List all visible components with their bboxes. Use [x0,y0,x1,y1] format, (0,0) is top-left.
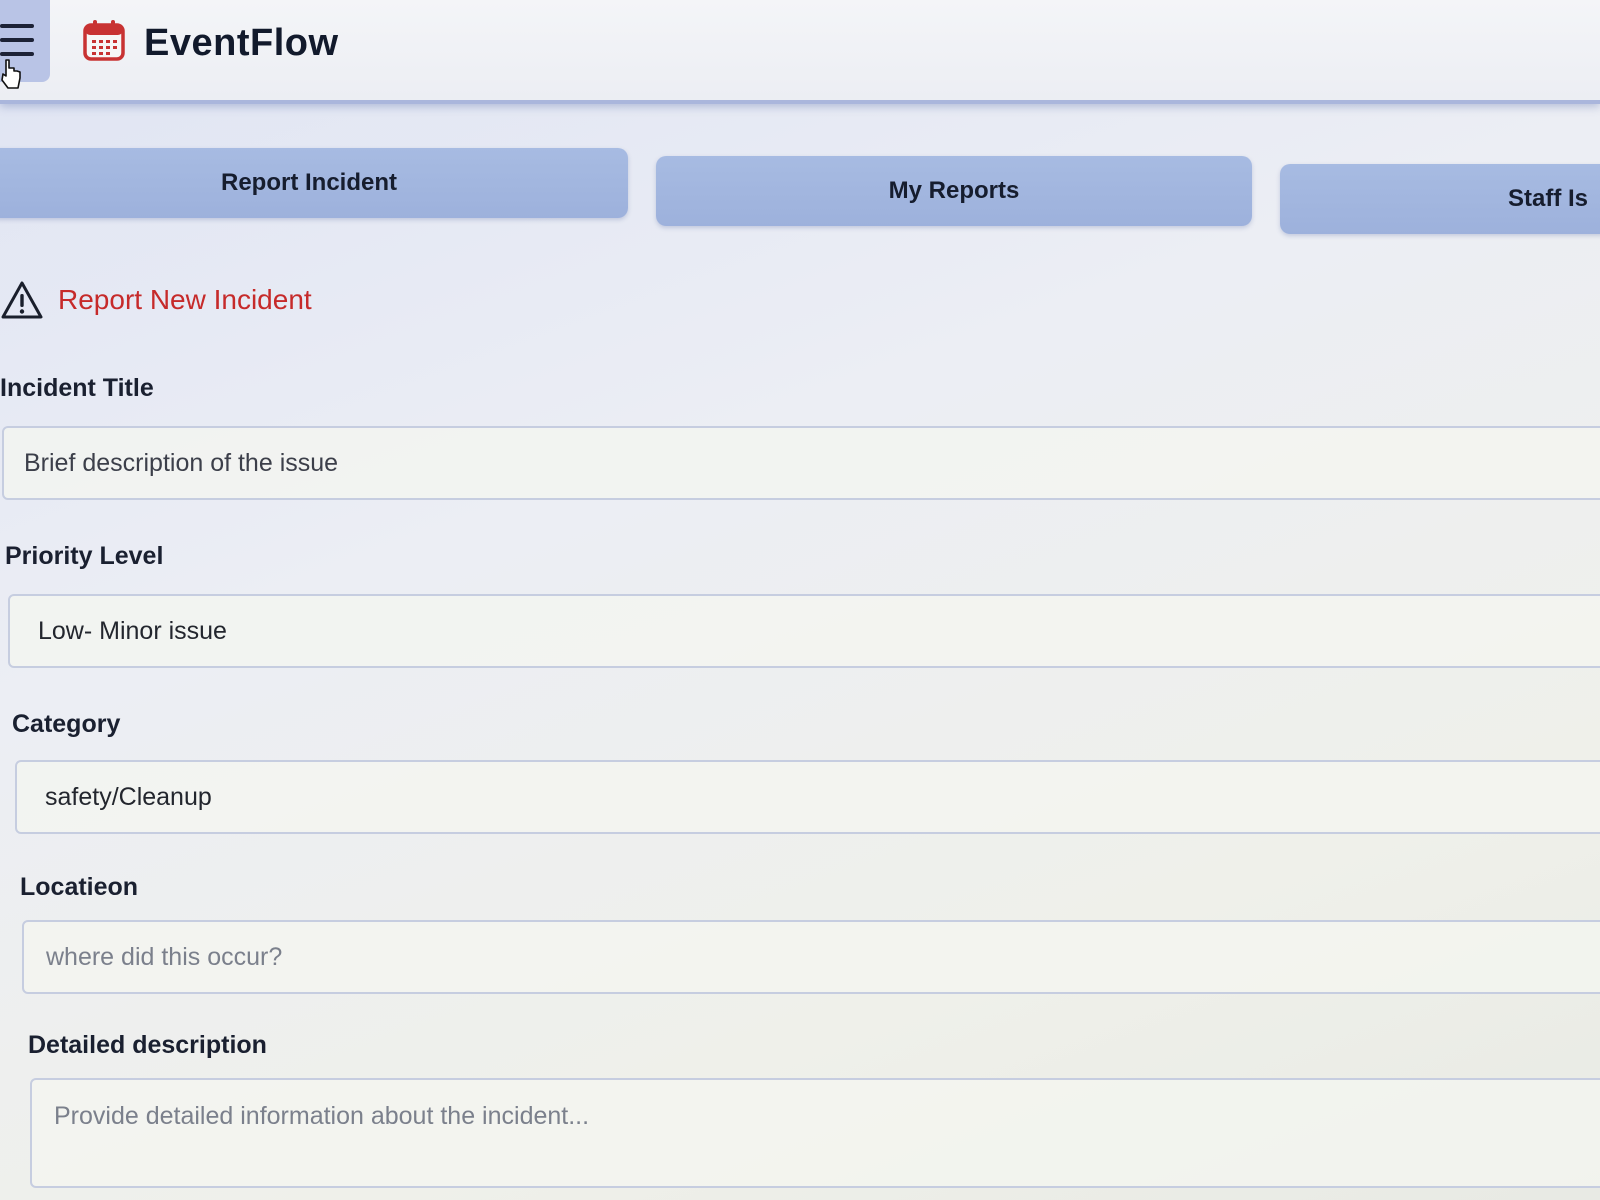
category-value: safety/Cleanup [45,782,212,811]
app-page: EventFlow Report Incident My Reports Sta… [0,0,1600,1200]
description-placeholder: Provide detailed information about the i… [54,1102,590,1130]
priority-level-select[interactable]: Low- Minor issue [8,594,1600,668]
top-bar: EventFlow [0,0,1600,104]
priority-level-label: Priority Level [5,542,164,570]
tab-my-reports[interactable]: My Reports [656,156,1252,226]
description-label: Detailed description [28,1031,267,1059]
tab-staff-issues[interactable]: Staff Is [1280,164,1600,234]
incident-title-label: Incident Title [0,374,154,402]
calendar-icon [83,20,125,61]
tab-bar: Report Incident My Reports Staff Is [0,148,1600,238]
category-label: Category [12,710,121,738]
tab-report-incident[interactable]: Report Incident [0,148,628,218]
app-title: EventFlow [144,22,339,64]
priority-level-value: Low- Minor issue [38,616,227,645]
section-header: Report New Incident [0,278,312,322]
location-placeholder: where did this occur? [46,942,283,971]
section-title: Report New Incident [58,284,312,315]
incident-title-value: Brief description of the issue [24,448,339,477]
category-select[interactable]: safety/Cleanup [15,760,1600,834]
pointer-cursor-icon [1,59,21,89]
location-input[interactable]: where did this occur? [22,920,1600,994]
location-label: Locatieon [20,873,139,901]
incident-title-input[interactable]: Brief description of the issue [2,426,1600,500]
description-textarea[interactable]: Provide detailed information about the i… [30,1078,1600,1188]
warning-icon [1,281,43,319]
